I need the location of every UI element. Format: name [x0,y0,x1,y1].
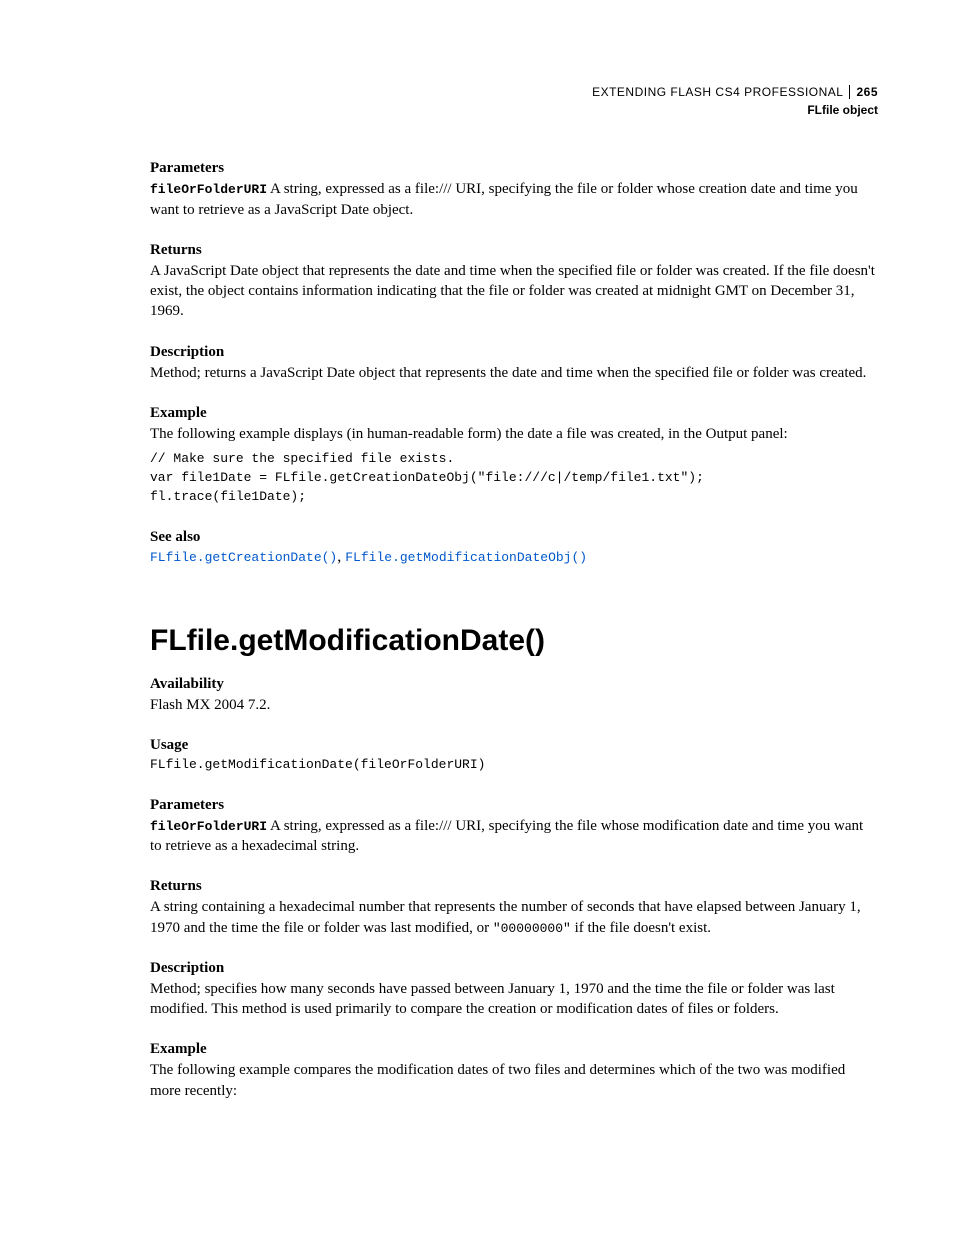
returns-inline-code: "00000000" [493,921,571,936]
usage-code: FLfile.getModificationDate(fileOrFolderU… [150,756,878,775]
parameters-heading: Parameters [150,160,878,177]
parameters-heading-2: Parameters [150,797,878,814]
page-header: EXTENDING FLASH CS4 PROFESSIONAL 265 FLfi… [150,84,878,118]
availability-heading: Availability [150,676,878,693]
example-code-block: // Make sure the specified file exists. … [150,450,878,507]
description-heading-2: Description [150,960,878,977]
returns-body: A JavaScript Date object that represents… [150,261,878,322]
returns-heading-2: Returns [150,878,878,895]
link-getmodificationdateobj[interactable]: FLfile.getModificationDateObj() [345,550,587,565]
availability-body: Flash MX 2004 7.2. [150,695,878,715]
description-body: Method; returns a JavaScript Date object… [150,363,878,383]
example-heading: Example [150,405,878,422]
header-title-line: EXTENDING FLASH CS4 PROFESSIONAL 265 [150,84,878,100]
param-name-code-2: fileOrFolderURI [150,819,267,834]
returns-body-2: A string containing a hexadecimal number… [150,897,878,938]
page-number: 265 [849,85,878,99]
example-heading-2: Example [150,1041,878,1058]
see-also-links: FLfile.getCreationDate(), FLfile.getModi… [150,548,878,566]
example-intro: The following example displays (in human… [150,424,878,444]
param-name-code: fileOrFolderURI [150,182,267,197]
see-also-heading: See also [150,529,878,546]
link-getcreationdate[interactable]: FLfile.getCreationDate() [150,550,337,565]
chapter-title: FLfile object [150,102,878,118]
returns-heading: Returns [150,242,878,259]
parameter-description: fileOrFolderURI A string, expressed as a… [150,179,878,220]
description-heading: Description [150,344,878,361]
example-intro-2: The following example compares the modif… [150,1060,878,1101]
parameter-description-2: fileOrFolderURI A string, expressed as a… [150,816,878,857]
doc-title: EXTENDING FLASH CS4 PROFESSIONAL [592,85,843,99]
page: EXTENDING FLASH CS4 PROFESSIONAL 265 FLfi… [0,0,954,1165]
section-previous-method: Parameters fileOrFolderURI A string, exp… [150,160,878,565]
method-title: FLfile.getModificationDate() [150,624,878,658]
usage-heading: Usage [150,737,878,754]
section-getmodificationdate: Availability Flash MX 2004 7.2. Usage FL… [150,676,878,1101]
returns-post: if the file doesn't exist. [571,920,711,936]
description-body-2: Method; specifies how many seconds have … [150,979,878,1020]
